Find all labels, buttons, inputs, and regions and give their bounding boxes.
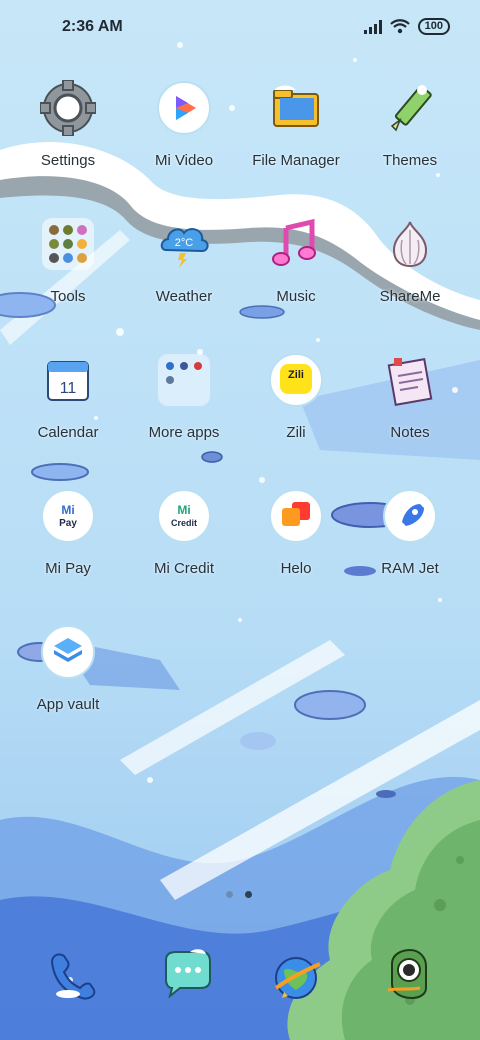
app-label: App vault [36,696,100,713]
app-label: Mi Video [154,152,214,169]
tools-folder-icon [40,216,96,272]
pencil-icon [390,85,432,132]
app-file-manager[interactable]: File Manager [240,80,352,200]
page-dot[interactable] [226,891,233,898]
app-label: Notes [390,424,430,441]
zili-text: Zili [288,369,304,381]
app-zili[interactable]: Zili Zili [240,352,352,472]
stack-icon [41,625,95,679]
signal-icon [363,19,382,34]
app-label: More apps [148,424,220,441]
rocket-icon [383,489,437,543]
app-label: Calendar [37,424,99,441]
app-label: Music [276,288,316,305]
app-label: RAM Jet [381,560,439,577]
phone-icon[interactable] [42,946,98,1002]
mi-pay-icon: Mi Pay [41,489,95,543]
battery-level: 100 [417,18,450,35]
app-music[interactable]: Music [240,216,352,336]
app-notes[interactable]: Notes [354,352,466,472]
mi-pay-text: Pay [59,518,77,529]
app-label: Mi Pay [45,560,91,577]
mi-credit-text: Credit [171,518,197,528]
app-weather[interactable]: 2°C Weather [128,216,240,336]
app-label: Zili [286,424,306,441]
app-app-vault[interactable]: App vault [12,624,124,744]
page-indicator [226,891,252,898]
calendar-day: 11 [60,380,77,397]
zili-icon: Zili [269,353,323,407]
svg-text:Mi: Mi [61,503,74,517]
app-mi-credit[interactable]: Mi Credit Mi Credit [128,488,240,608]
chat-bubble-icon [269,489,323,543]
page-dot-active[interactable] [245,891,252,898]
app-mi-video[interactable]: Mi Video [128,80,240,200]
app-label: Weather [155,288,213,305]
app-tools[interactable]: Tools [12,216,124,336]
app-label: Helo [280,560,312,577]
message-icon[interactable] [160,946,216,1002]
app-label: ShareMe [379,288,441,305]
app-ram-jet[interactable]: RAM Jet [354,488,466,608]
music-note-icon [272,218,316,266]
globe-icon[interactable] [270,950,326,1006]
app-mi-pay[interactable]: Mi Pay Mi Pay [12,488,124,608]
app-label: Settings [40,152,96,169]
app-helo[interactable]: Helo [240,488,352,608]
notes-icon [387,358,433,406]
app-label: File Manager [252,152,340,169]
wifi-icon [389,19,410,34]
weather-temp: 2°C [175,237,194,249]
play-icon [157,81,211,135]
apps-folder-icon [156,352,212,408]
folder-icon [273,85,319,127]
app-label: Themes [382,152,438,169]
status-icons: 100 [363,18,450,35]
camera-icon[interactable] [380,944,436,1000]
app-label: Mi Credit [153,560,214,577]
garlic-icon [392,221,428,268]
app-calendar[interactable]: 11 Calendar [12,352,124,472]
gear-icon [40,80,96,136]
status-bar: 2:36 AM 100 [0,0,480,56]
mi-credit-icon: Mi Credit [157,489,211,543]
app-themes[interactable]: Themes [354,80,466,200]
calendar-icon: 11 [47,361,89,401]
cloud-icon: 2°C [160,228,209,268]
app-shareme[interactable]: ShareMe [354,216,466,336]
app-settings[interactable]: Settings [12,80,124,200]
app-more-apps[interactable]: More apps [128,352,240,472]
status-time: 2:36 AM [62,18,123,35]
app-label: Tools [50,288,86,305]
svg-text:Mi: Mi [177,503,190,517]
